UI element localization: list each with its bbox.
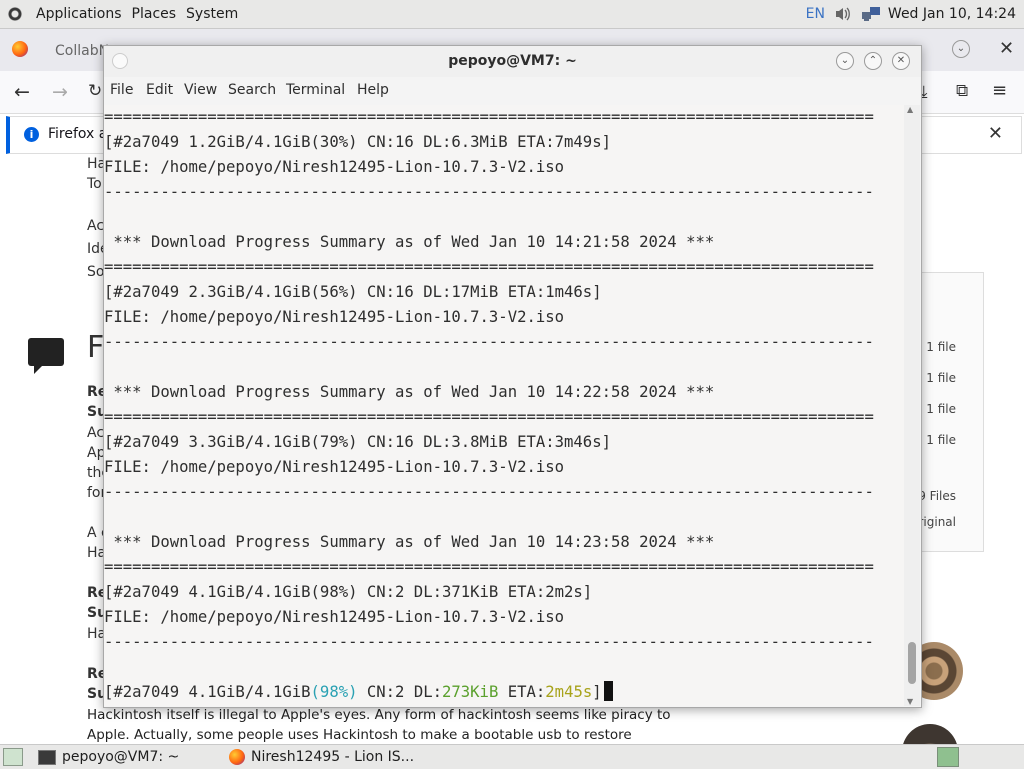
file-count[interactable]: 1 file bbox=[926, 402, 956, 416]
eta-value: 2m45s bbox=[545, 683, 593, 701]
volume-icon[interactable] bbox=[834, 6, 852, 22]
taskbar-item-label: Niresh12495 - Lion IS... bbox=[251, 749, 415, 765]
network-icon[interactable] bbox=[861, 6, 880, 22]
terminal-icon bbox=[38, 749, 56, 765]
page-text-fragment: Ac bbox=[87, 218, 105, 234]
menu-help[interactable]: Help bbox=[357, 82, 389, 98]
page-text-fragment: Ac bbox=[87, 425, 105, 441]
page-text-fragment: So bbox=[87, 264, 105, 280]
files-total: 9 Files bbox=[918, 489, 956, 503]
terminal-output[interactable]: ========================================… bbox=[104, 105, 904, 706]
terminal-line: ========================================… bbox=[104, 258, 874, 276]
terminal-line: ----------------------------------------… bbox=[104, 633, 874, 651]
terminal-line: FILE: /home/pepoyo/Niresh12495-Lion-10.7… bbox=[104, 458, 565, 476]
terminal-scrollbar[interactable]: ▲ ▼ bbox=[904, 105, 920, 706]
menu-edit[interactable]: Edit bbox=[146, 82, 173, 98]
terminal-line: ----------------------------------------… bbox=[104, 333, 874, 351]
text-cursor bbox=[603, 681, 613, 701]
minimize-icon[interactable]: ⌄ bbox=[836, 52, 854, 70]
close-icon[interactable]: ✕ bbox=[892, 52, 910, 70]
file-count[interactable]: 1 file bbox=[926, 371, 956, 385]
progress-percent: (98%) bbox=[310, 683, 358, 701]
taskbar-item-firefox[interactable]: Niresh12495 - Lion IS... bbox=[229, 747, 414, 767]
menu-system[interactable]: System bbox=[181, 6, 243, 22]
menu-file[interactable]: File bbox=[110, 82, 133, 98]
menu-applications[interactable]: Applications bbox=[31, 6, 127, 22]
keyboard-layout-indicator[interactable]: EN bbox=[806, 6, 825, 22]
back-icon[interactable]: ← bbox=[14, 81, 30, 103]
terminal-titlebar[interactable]: pepoyo@VM7: ~ ⌄ ⌃ ✕ bbox=[104, 46, 921, 78]
maximize-icon[interactable]: ⌃ bbox=[864, 52, 882, 70]
taskbar-item-terminal[interactable]: pepoyo@VM7: ~ bbox=[38, 747, 179, 767]
terminal-line: [#2a7049 2.3GiB/4.1GiB(56%) CN:16 DL:17M… bbox=[104, 283, 602, 301]
firefox-icon[interactable] bbox=[12, 41, 28, 57]
menu-search[interactable]: Search bbox=[228, 82, 276, 98]
terminal-line: FILE: /home/pepoyo/Niresh12495-Lion-10.7… bbox=[104, 308, 565, 326]
terminal-line: ========================================… bbox=[104, 108, 874, 126]
terminal-menubar: File Edit View Search Terminal Help bbox=[104, 77, 921, 105]
workspace-switcher[interactable] bbox=[937, 747, 959, 767]
terminal-progress-line: [#2a7049 4.1GiB/4.1GiB(98%) CN:2 DL:273K… bbox=[104, 680, 613, 705]
section-heading-fragment: F bbox=[87, 330, 105, 365]
scroll-up-icon[interactable]: ▲ bbox=[907, 105, 913, 114]
progress-text: ETA: bbox=[498, 683, 546, 701]
terminal-title: pepoyo@VM7: ~ bbox=[448, 53, 577, 69]
reload-icon[interactable]: ↻ bbox=[88, 81, 102, 101]
progress-text: [#2a7049 4.1GiB/4.1GiB bbox=[104, 683, 311, 701]
terminal-window: pepoyo@VM7: ~ ⌄ ⌃ ✕ File Edit View Searc… bbox=[103, 45, 922, 708]
comment-body-line: Apple. Actually, some people uses Hackin… bbox=[87, 727, 632, 743]
info-icon: i bbox=[24, 127, 39, 142]
scroll-down-icon[interactable]: ▼ bbox=[907, 697, 913, 706]
terminal-line: [#2a7049 3.3GiB/4.1GiB(79%) CN:16 DL:3.8… bbox=[104, 433, 611, 451]
terminal-line: ========================================… bbox=[104, 558, 874, 576]
file-count[interactable]: 1 file bbox=[926, 340, 956, 354]
terminal-line: ----------------------------------------… bbox=[104, 483, 874, 501]
comments-icon bbox=[28, 338, 64, 374]
notification-close-icon[interactable]: ✕ bbox=[988, 123, 1003, 144]
firefox-icon bbox=[229, 749, 245, 765]
extensions-icon[interactable]: ⧉ bbox=[956, 81, 968, 101]
terminal-line: ========================================… bbox=[104, 408, 874, 426]
file-count[interactable]: 1 file bbox=[926, 433, 956, 447]
progress-text: ] bbox=[592, 683, 602, 701]
tab-label: CollabN bbox=[55, 43, 110, 59]
scrollbar-thumb[interactable] bbox=[908, 642, 916, 684]
show-desktop-icon[interactable] bbox=[3, 748, 23, 766]
forward-icon[interactable]: → bbox=[52, 81, 68, 103]
taskbar-item-label: pepoyo@VM7: ~ bbox=[62, 749, 180, 765]
bottom-taskbar: pepoyo@VM7: ~ Niresh12495 - Lion IS... bbox=[0, 744, 1024, 769]
terminal-line: FILE: /home/pepoyo/Niresh12495-Lion-10.7… bbox=[104, 608, 565, 626]
page-text-fragment: To bbox=[87, 176, 102, 192]
top-panel: Applications Places System EN Wed Jan 10… bbox=[0, 0, 1024, 29]
menu-hamburger-icon[interactable]: ≡ bbox=[992, 80, 1007, 101]
firefox-tab[interactable]: CollabN bbox=[55, 36, 109, 66]
terminal-line: [#2a7049 1.2GiB/4.1GiB(30%) CN:16 DL:6.3… bbox=[104, 133, 611, 151]
terminal-line: *** Download Progress Summary as of Wed … bbox=[104, 533, 715, 551]
terminal-line: FILE: /home/pepoyo/Niresh12495-Lion-10.7… bbox=[104, 158, 565, 176]
terminal-line: ----------------------------------------… bbox=[104, 183, 874, 201]
terminal-line: [#2a7049 4.1GiB/4.1GiB(98%) CN:2 DL:371K… bbox=[104, 583, 593, 601]
download-speed: 273KiB bbox=[442, 683, 499, 701]
clock[interactable]: Wed Jan 10, 14:24 bbox=[888, 6, 1016, 22]
firefox-window-close-icon[interactable]: ✕ bbox=[999, 38, 1014, 59]
tab-list-chevron-icon[interactable]: ⌄ bbox=[952, 40, 970, 58]
terminal-line: *** Download Progress Summary as of Wed … bbox=[104, 233, 715, 251]
progress-text: CN:2 DL: bbox=[357, 683, 442, 701]
terminal-line: *** Download Progress Summary as of Wed … bbox=[104, 383, 715, 401]
menu-terminal[interactable]: Terminal bbox=[286, 82, 345, 98]
menu-places[interactable]: Places bbox=[127, 6, 182, 22]
comment-body-line: Hackintosh itself is illegal to Apple's … bbox=[87, 707, 671, 723]
distro-logo-icon[interactable] bbox=[6, 5, 24, 23]
menu-view[interactable]: View bbox=[184, 82, 217, 98]
